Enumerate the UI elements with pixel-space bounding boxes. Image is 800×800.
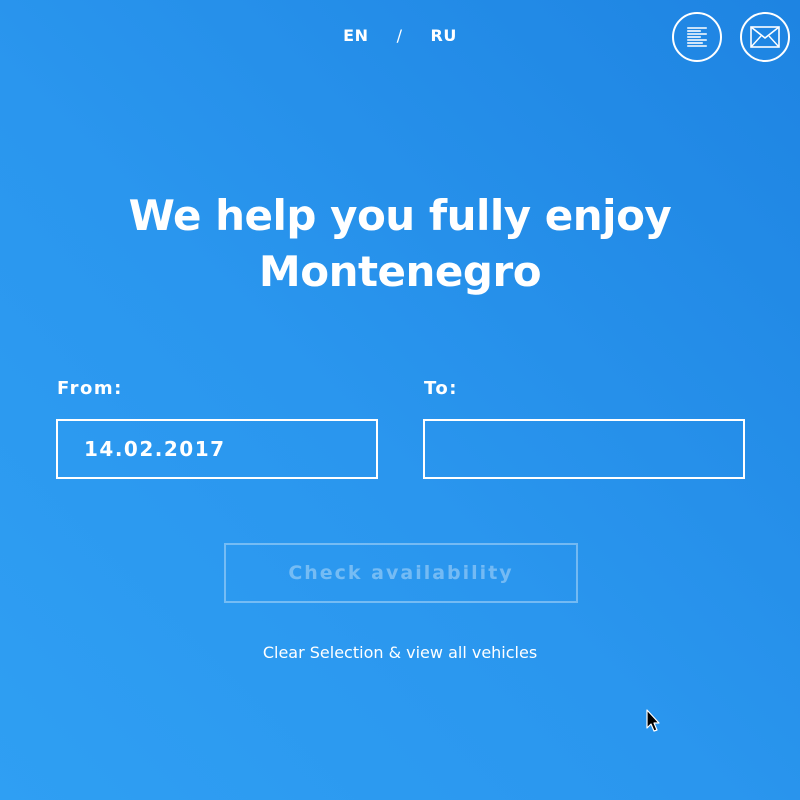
menu-button[interactable] bbox=[672, 12, 722, 62]
language-option-en[interactable]: EN bbox=[343, 26, 368, 45]
envelope-icon bbox=[750, 26, 780, 48]
hero-headline-line-2: Montenegro bbox=[258, 247, 542, 296]
language-option-ru[interactable]: RU bbox=[431, 26, 457, 45]
from-label: From: bbox=[57, 378, 123, 399]
menu-lines-icon bbox=[687, 27, 707, 47]
check-availability-button[interactable]: Check availability bbox=[224, 543, 578, 603]
to-date-field[interactable] bbox=[423, 419, 745, 479]
language-separator: / bbox=[396, 26, 403, 45]
hero-headline: We help you fully enjoy Montenegro bbox=[0, 188, 800, 300]
mouse-cursor-icon bbox=[646, 709, 660, 732]
hero-headline-line-1: We help you fully enjoy bbox=[128, 191, 672, 240]
contact-mail-button[interactable] bbox=[740, 12, 790, 62]
clear-selection-link[interactable]: Clear Selection & view all vehicles bbox=[0, 643, 800, 662]
to-label: To: bbox=[424, 378, 458, 399]
from-date-value: 14.02.2017 bbox=[84, 437, 226, 461]
from-date-field[interactable]: 14.02.2017 bbox=[56, 419, 378, 479]
